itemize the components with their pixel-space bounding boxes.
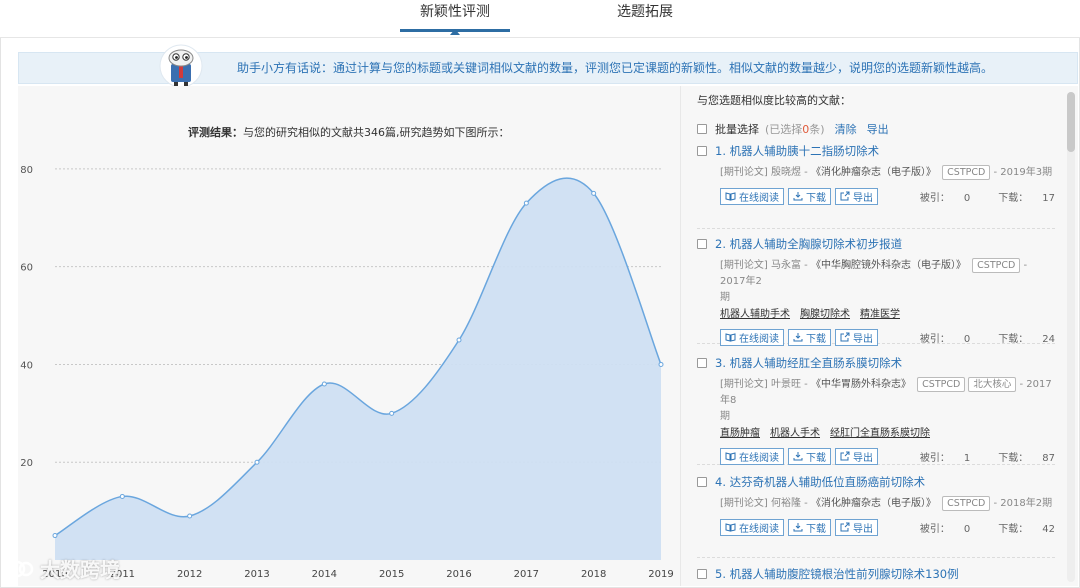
- data-point: [389, 410, 395, 416]
- item-title-link[interactable]: 3. 机器人辅助经肛全直肠系膜切除术: [715, 355, 902, 371]
- item-meta: [期刊论文] 殷晓煜 - 《消化肿瘤杂志（电子版）》 CSTPCD - 2019…: [720, 165, 1053, 180]
- y-tick-label: 60: [20, 263, 33, 274]
- download-button[interactable]: 下载: [788, 518, 831, 536]
- list-scrollbar[interactable]: [1067, 92, 1075, 582]
- keyword-list: 直肠肿瘤 机器人手术 经肛门全直肠系膜切除: [720, 427, 1055, 441]
- x-tick-label: 2019: [648, 569, 673, 580]
- book-icon: [725, 451, 736, 461]
- literature-item: 1. 机器人辅助胰十二指肠切除术 [期刊论文] 殷晓煜 - 《消化肿瘤杂志（电子…: [697, 143, 1055, 229]
- item-title-link[interactable]: 1. 机器人辅助胰十二指肠切除术: [715, 143, 879, 159]
- literature-item: 4. 达芬奇机器人辅助低位直肠癌前切除术 [期刊论文] 何裕隆 - 《消化肿瘤杂…: [697, 474, 1055, 558]
- export-icon: [840, 451, 850, 461]
- export-button[interactable]: 导出: [835, 187, 878, 205]
- keyword-link[interactable]: 精准医学: [860, 309, 900, 320]
- data-point: [254, 459, 260, 465]
- book-icon: [725, 191, 736, 201]
- index-tag: CSTPCD: [917, 377, 966, 392]
- journal-name[interactable]: 《消化肿瘤杂志（电子版）》: [811, 167, 936, 178]
- x-tick-label: 2014: [312, 569, 337, 580]
- journal-name[interactable]: 《中华胃肠外科杂志》: [811, 379, 911, 390]
- download-button[interactable]: 下载: [788, 447, 831, 465]
- item-meta: [期刊论文] 叶景旺 - 《中华胃肠外科杂志》 CSTPCD 北大核心 - 201…: [720, 377, 1052, 422]
- download-icon: [793, 333, 803, 342]
- read-online-button[interactable]: 在线阅读: [720, 328, 784, 346]
- index-tag: CSTPCD: [942, 165, 991, 180]
- data-point: [119, 493, 125, 499]
- item-checkbox[interactable]: [697, 477, 707, 487]
- journal-name[interactable]: 《中华胸腔镜外科杂志（电子版）》: [811, 260, 966, 271]
- keyword-link[interactable]: 经肛门全直肠系膜切除: [830, 428, 930, 439]
- item-title-link[interactable]: 5. 机器人辅助腹腔镜根治性前列腺切除术130例: [715, 566, 959, 582]
- watermark: 大数跨境: [8, 554, 120, 583]
- journal-name[interactable]: 《消化肿瘤杂志（电子版）》: [811, 498, 936, 509]
- export-button[interactable]: 导出: [835, 328, 878, 346]
- download-icon: [793, 523, 803, 532]
- keyword-link[interactable]: 胸腺切除术: [800, 309, 850, 320]
- book-icon: [725, 332, 736, 342]
- list-scrollbar-thumb[interactable]: [1067, 92, 1075, 152]
- trend-chart: 806040202010 2011 2012 2013 2014 2015 2016 2017…: [20, 165, 673, 580]
- export-button[interactable]: 导出: [835, 518, 878, 536]
- y-tick-label: 80: [20, 165, 33, 176]
- data-point: [456, 337, 462, 343]
- read-online-button[interactable]: 在线阅读: [720, 518, 784, 536]
- item-checkbox[interactable]: [697, 569, 707, 579]
- export-icon: [840, 522, 850, 532]
- export-button[interactable]: 导出: [835, 447, 878, 465]
- data-point: [321, 381, 327, 387]
- data-point: [591, 190, 597, 196]
- x-tick-label: 2015: [379, 569, 404, 580]
- data-point: [658, 361, 664, 367]
- item-title-link[interactable]: 2. 机器人辅助全胸腺切除术初步报道: [715, 236, 902, 252]
- download-icon: [793, 452, 803, 461]
- download-icon: [793, 192, 803, 201]
- index-tag: CSTPCD: [942, 496, 991, 511]
- keyword-list: 机器人辅助手术 胸腺切除术 精准医学: [720, 308, 1055, 322]
- batch-select-bar: 批量选择 (已选择0条) 清除 导出: [697, 121, 889, 137]
- item-stats: 被引： 0 下载： 42: [919, 524, 1055, 535]
- x-tick-label: 2017: [514, 569, 539, 580]
- literature-item: 3. 机器人辅助经肛全直肠系膜切除术 [期刊论文] 叶景旺 - 《中华胃肠外科杂…: [697, 355, 1055, 465]
- data-point: [187, 513, 193, 519]
- x-tick-label: 2018: [581, 569, 606, 580]
- list-heading: 与您选题相似度比较高的文献：: [697, 94, 851, 107]
- y-tick-label: 20: [20, 458, 33, 469]
- download-button[interactable]: 下载: [788, 328, 831, 346]
- item-checkbox[interactable]: [697, 358, 707, 368]
- index-tag: CSTPCD: [972, 258, 1021, 273]
- keyword-link[interactable]: 机器人辅助手术: [720, 309, 790, 320]
- item-stats: 被引： 0 下载： 17: [919, 193, 1055, 204]
- read-online-button[interactable]: 在线阅读: [720, 447, 784, 465]
- x-tick-label: 2016: [446, 569, 471, 580]
- item-stats: 被引： 1 下载： 87: [919, 453, 1055, 464]
- keyword-link[interactable]: 机器人手术: [770, 428, 820, 439]
- y-tick-label: 40: [20, 360, 33, 371]
- export-icon: [840, 332, 850, 342]
- data-point: [523, 200, 529, 206]
- data-point: [52, 533, 58, 539]
- keyword-link[interactable]: 直肠肿瘤: [720, 428, 760, 439]
- index-tag: 北大核心: [968, 377, 1017, 392]
- literature-item: 2. 机器人辅助全胸腺切除术初步报道 [期刊论文] 马永富 - 《中华胸腔镜外科…: [697, 236, 1055, 346]
- item-title-link[interactable]: 4. 达芬奇机器人辅助低位直肠癌前切除术: [715, 474, 925, 490]
- watermark-text: 大数跨境: [40, 558, 120, 582]
- item-meta: [期刊论文] 何裕隆 - 《消化肿瘤杂志（电子版）》 CSTPCD - 2018…: [720, 496, 1053, 511]
- x-tick-label: 2013: [244, 569, 269, 580]
- literature-item: 5. 机器人辅助腹腔镜根治性前列腺切除术130例: [697, 566, 1055, 586]
- export-icon: [840, 191, 850, 201]
- item-stats: 被引： 0 下载： 24: [919, 334, 1055, 345]
- watermark-logo-icon: [8, 560, 34, 577]
- item-meta: [期刊论文] 马永富 - 《中华胸腔镜外科杂志（电子版）》 CSTPCD - 2…: [720, 258, 1028, 303]
- export-link[interactable]: 导出: [867, 121, 889, 137]
- batch-select-checkbox[interactable]: [697, 124, 707, 134]
- batch-select-label: 批量选择: [715, 123, 759, 136]
- download-button[interactable]: 下载: [788, 187, 831, 205]
- selected-count: (已选择0条): [765, 123, 825, 136]
- item-checkbox[interactable]: [697, 239, 707, 249]
- book-icon: [725, 522, 736, 532]
- x-tick-label: 2012: [177, 569, 202, 580]
- clear-link[interactable]: 清除: [835, 121, 857, 137]
- read-online-button[interactable]: 在线阅读: [720, 187, 784, 205]
- item-checkbox[interactable]: [697, 146, 707, 156]
